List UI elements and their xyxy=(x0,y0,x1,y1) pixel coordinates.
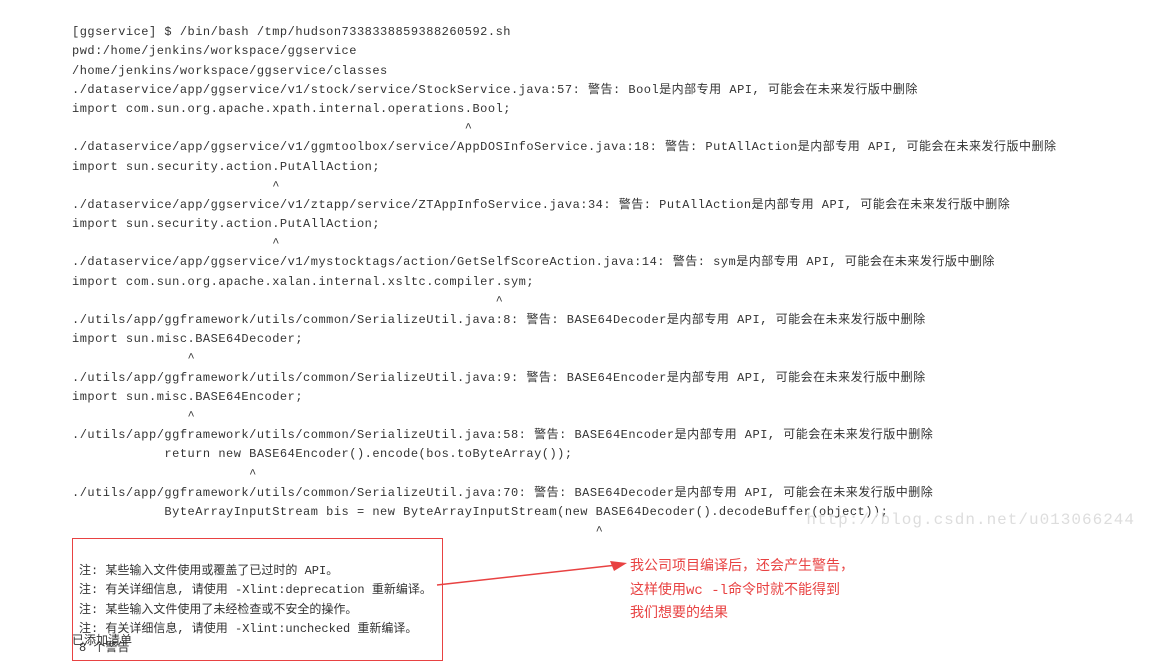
terminal-line: return new BASE64Encoder().encode(bos.to… xyxy=(72,447,573,461)
terminal-line: ./utils/app/ggframework/utils/common/Ser… xyxy=(72,428,933,442)
arrow-icon xyxy=(432,555,632,595)
terminal-caret: ^ xyxy=(72,524,603,538)
terminal-line: ./dataservice/app/ggservice/v1/ztapp/ser… xyxy=(72,198,1010,212)
note-line: 注: 某些输入文件使用或覆盖了已过时的 API。 xyxy=(79,564,338,578)
terminal-line: ./dataservice/app/ggservice/v1/ggmtoolbo… xyxy=(72,140,1057,154)
terminal-caret: ^ xyxy=(72,236,280,250)
terminal-line: import com.sun.org.apache.xpath.internal… xyxy=(72,102,511,116)
terminal-line: import sun.security.action.PutAllAction; xyxy=(72,160,380,174)
post-notes-line: 已添加清单 xyxy=(72,632,132,651)
terminal-line: ./utils/app/ggframework/utils/common/Ser… xyxy=(72,486,933,500)
terminal-caret: ^ xyxy=(72,179,280,193)
note-line: 注: 某些输入文件使用了未经检查或不安全的操作。 xyxy=(79,603,357,617)
terminal-line: [ggservice] $ /bin/bash /tmp/hudson73383… xyxy=(72,25,511,39)
terminal-line: ./dataservice/app/ggservice/v1/mystockta… xyxy=(72,255,995,269)
terminal-output: [ggservice] $ /bin/bash /tmp/hudson73383… xyxy=(0,0,1155,541)
terminal-line: ByteArrayInputStream bis = new ByteArray… xyxy=(72,505,888,519)
terminal-line: ./utils/app/ggframework/utils/common/Ser… xyxy=(72,371,926,385)
annotation-line: 我公司项目编译后，还会产生警告， xyxy=(630,559,854,575)
annotation-text: 我公司项目编译后，还会产生警告， 这样使用wc -l命令时就不能得到 我们想要的… xyxy=(630,532,854,627)
terminal-caret: ^ xyxy=(72,467,257,481)
annotation-line: 这样使用wc -l命令时就不能得到 xyxy=(630,583,840,599)
terminal-line: import sun.security.action.PutAllAction; xyxy=(72,217,380,231)
terminal-caret: ^ xyxy=(72,294,503,308)
terminal-line: pwd:/home/jenkins/workspace/ggservice xyxy=(72,44,357,58)
terminal-line: ./dataservice/app/ggservice/v1/stock/ser… xyxy=(72,83,918,97)
terminal-caret: ^ xyxy=(72,351,195,365)
terminal-caret: ^ xyxy=(72,409,195,423)
annotation-line: 我们想要的结果 xyxy=(630,606,728,622)
terminal-line: import com.sun.org.apache.xalan.internal… xyxy=(72,275,534,289)
watermark-text: http://blog.csdn.net/u013066244 xyxy=(806,508,1135,534)
note-line: 注: 有关详细信息, 请使用 -Xlint:deprecation 重新编译。 xyxy=(79,583,432,597)
terminal-caret: ^ xyxy=(72,121,472,135)
terminal-line: import sun.misc.BASE64Decoder; xyxy=(72,332,303,346)
terminal-line: import sun.misc.BASE64Encoder; xyxy=(72,390,303,404)
terminal-line: /home/jenkins/workspace/ggservice/classe… xyxy=(72,64,388,78)
terminal-line: ./utils/app/ggframework/utils/common/Ser… xyxy=(72,313,926,327)
